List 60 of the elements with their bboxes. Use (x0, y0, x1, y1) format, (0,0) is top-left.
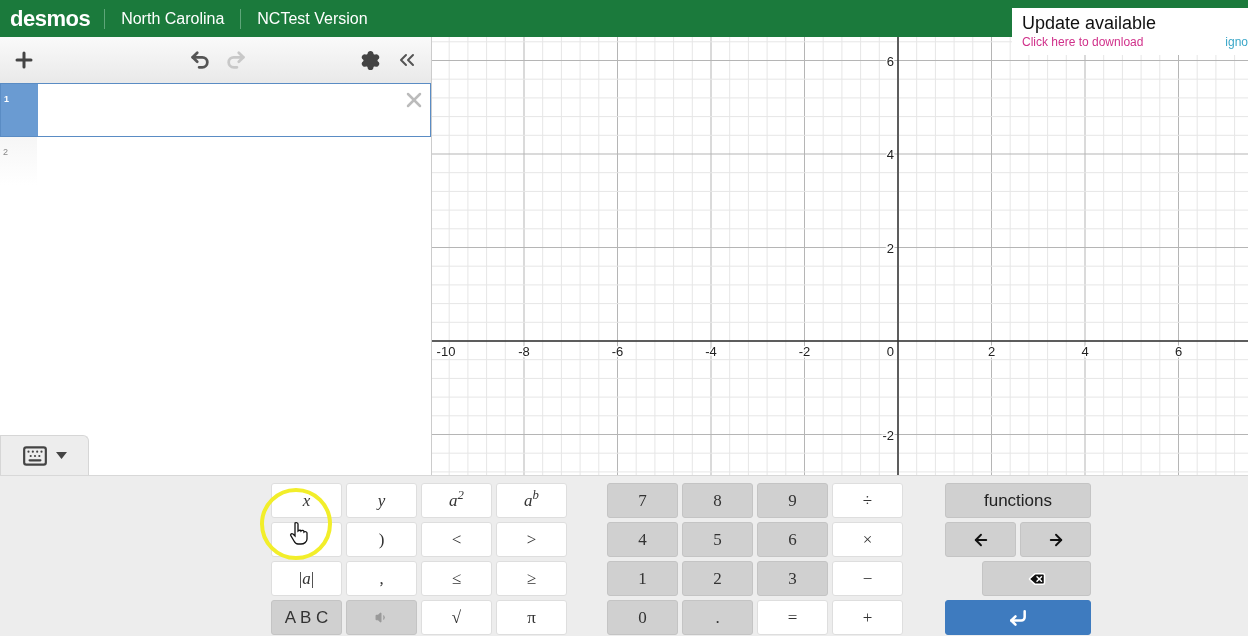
axis-label: -6 (611, 344, 624, 359)
number-key[interactable]: 8 (682, 483, 753, 518)
undo-icon[interactable] (189, 49, 211, 71)
math-key[interactable]: < (421, 522, 492, 557)
math-key[interactable]: y (346, 483, 417, 518)
math-key[interactable]: ) (346, 522, 417, 557)
axis-label: 0 (886, 344, 894, 359)
functions-button[interactable]: functions (945, 483, 1091, 518)
logo[interactable]: desmos (10, 8, 106, 29)
number-key[interactable]: + (832, 600, 903, 635)
math-key[interactable]: > (496, 522, 567, 557)
math-key[interactable]: , (346, 561, 417, 596)
number-key[interactable]: 4 (607, 522, 678, 557)
number-key[interactable]: = (757, 600, 828, 635)
number-key[interactable]: − (832, 561, 903, 596)
math-key[interactable]: ≤ (421, 561, 492, 596)
axis-label: 6 (1174, 344, 1183, 359)
axis-label: -8 (518, 344, 530, 359)
number-key[interactable]: 5 (682, 522, 753, 557)
math-key[interactable]: π (496, 600, 567, 635)
axis-label: 4 (886, 147, 894, 162)
axis-label: -4 (705, 344, 717, 359)
number-key[interactable]: 1 (607, 561, 678, 596)
axis-label: 4 (1081, 344, 1089, 359)
number-key[interactable]: 3 (757, 561, 828, 596)
settings-icon[interactable] (360, 49, 381, 71)
hand-cursor-icon (289, 521, 309, 545)
number-key[interactable]: ÷ (832, 483, 903, 518)
math-key[interactable]: a$^{2}$ (421, 483, 492, 518)
axis-label: 2 (987, 344, 996, 359)
caret-icon (56, 452, 67, 459)
axis-label: -10 (436, 344, 456, 359)
popup-title: Update available (1022, 13, 1158, 33)
expression-row[interactable]: 2 (0, 137, 431, 185)
number-key[interactable]: 6 (757, 522, 828, 557)
left-arrow-key[interactable] (945, 522, 1016, 557)
axis-label: -2 (882, 427, 894, 443)
backspace-key[interactable] (982, 561, 1091, 596)
expression-number: 1 (4, 94, 9, 104)
axis-label: 2 (886, 240, 894, 256)
number-key[interactable]: 9 (757, 483, 828, 518)
abc-key[interactable]: A B C (271, 600, 342, 635)
math-key[interactable]: √ (421, 600, 492, 635)
math-key[interactable]: ≥ (496, 561, 567, 596)
number-key[interactable]: 2 (682, 561, 753, 596)
math-key[interactable]: a$^{b}$ (496, 483, 567, 518)
math-key[interactable]: |a| (271, 561, 342, 596)
speaker-icon (375, 611, 388, 624)
expression-number: 2 (3, 147, 8, 157)
keyboard-toggle[interactable] (0, 435, 89, 475)
number-key[interactable]: × (832, 522, 903, 557)
number-key[interactable]: 7 (607, 483, 678, 518)
axis-label: 6 (886, 53, 894, 69)
axis-label: -2 (798, 344, 811, 359)
right-arrow-key[interactable] (1020, 522, 1091, 557)
number-key[interactable]: 0 (607, 600, 678, 635)
header-label: North Carolina (105, 8, 242, 29)
number-key[interactable]: . (682, 600, 753, 635)
enter-icon (1008, 607, 1028, 628)
header-label: NCTest Version (256, 8, 369, 29)
